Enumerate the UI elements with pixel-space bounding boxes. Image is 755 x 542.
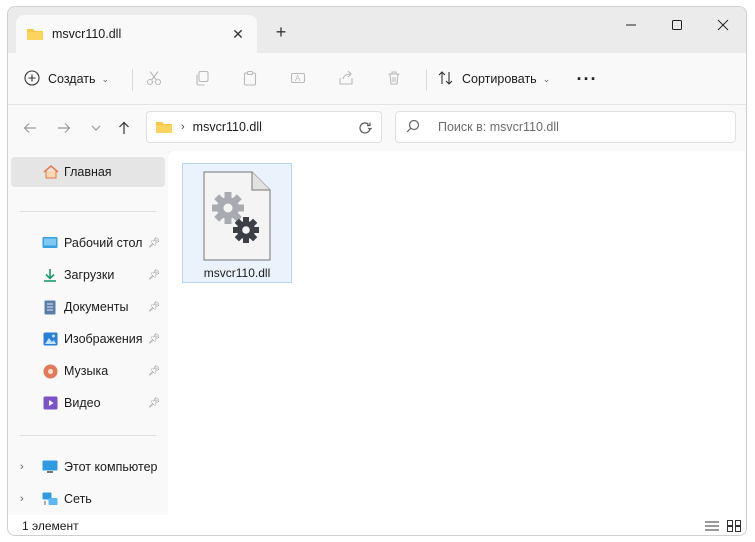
copy-icon	[194, 70, 210, 89]
sidebar-item-videos[interactable]: Видео 📌︎	[8, 389, 168, 417]
explorer-window: msvcr110.dll ✕ + Создать ⌄ A Сортировать…	[7, 6, 747, 536]
forward-button[interactable]	[52, 117, 76, 139]
recent-locations-button[interactable]	[84, 117, 108, 139]
pictures-icon	[42, 331, 58, 347]
maximize-button[interactable]	[654, 9, 700, 41]
title-bar: msvcr110.dll ✕ +	[8, 7, 746, 53]
paste-button[interactable]	[236, 65, 264, 93]
sidebar-item-label: Видео	[64, 396, 101, 410]
documents-icon	[42, 299, 58, 315]
delete-button[interactable]	[380, 65, 408, 93]
file-name: msvcr110.dll	[203, 266, 271, 280]
pin-icon[interactable]: 📌︎	[144, 302, 164, 313]
minimize-button[interactable]	[608, 9, 654, 41]
sidebar-item-downloads[interactable]: Загрузки 📌︎	[8, 261, 168, 289]
folder-icon	[155, 120, 173, 134]
sidebar-item-label: Изображения	[64, 332, 143, 346]
file-item[interactable]: msvcr110.dll	[182, 163, 292, 283]
search-input[interactable]	[436, 119, 720, 135]
download-icon	[42, 267, 58, 283]
folder-icon	[26, 27, 44, 41]
new-tab-button[interactable]: +	[270, 21, 292, 43]
file-list: msvcr110.dll	[168, 151, 746, 515]
rename-icon: A	[290, 70, 306, 89]
chevron-down-icon: ⌄	[542, 73, 551, 84]
sidebar-item-label: Документы	[64, 300, 129, 314]
status-bar: 1 элемент	[8, 515, 746, 535]
chevron-down-icon: ⌄	[101, 73, 110, 84]
paste-icon	[242, 70, 258, 89]
copy-button[interactable]	[188, 65, 216, 93]
divider	[20, 435, 156, 436]
refresh-button[interactable]	[354, 117, 376, 139]
new-label: Создать	[48, 72, 96, 86]
new-button[interactable]: Создать ⌄	[24, 65, 109, 93]
plus-circle-icon	[24, 69, 40, 89]
sidebar-item-network[interactable]: › Сеть	[8, 485, 168, 513]
address-bar[interactable]: › msvcr110.dll ⌄	[146, 111, 382, 143]
dll-file-icon	[203, 171, 271, 261]
sidebar-item-label: Загрузки	[64, 268, 115, 282]
sidebar-item-label: Этот компьютер	[64, 460, 158, 474]
pin-icon[interactable]: 📌︎	[144, 366, 164, 377]
music-icon	[42, 363, 58, 379]
tiles-view-icon[interactable]	[727, 520, 741, 532]
command-bar: Создать ⌄ A Сортировать ⌄ ···	[8, 53, 746, 105]
sort-label: Сортировать	[462, 72, 537, 86]
sort-button[interactable]: Сортировать ⌄	[438, 65, 550, 93]
cut-button[interactable]	[140, 65, 168, 93]
sidebar-item-documents[interactable]: Документы 📌︎	[8, 293, 168, 321]
sidebar-item-this-pc[interactable]: › Этот компьютер	[8, 453, 168, 481]
sort-icon	[438, 70, 454, 89]
details-view-icon[interactable]	[705, 520, 719, 532]
sidebar-item-pictures[interactable]: Изображения 📌︎	[8, 325, 168, 353]
sidebar-item-music[interactable]: Музыка 📌︎	[8, 357, 168, 385]
pin-icon[interactable]: 📌︎	[144, 270, 164, 281]
chevron-right-icon[interactable]: ›	[20, 493, 24, 505]
chevron-right-icon[interactable]: ›	[20, 461, 24, 473]
sidebar-item-label: Главная	[64, 165, 112, 179]
more-options-button[interactable]: ···	[572, 65, 602, 93]
up-button[interactable]	[112, 117, 136, 139]
sidebar-item-home[interactable]: Главная	[11, 157, 165, 187]
navigation-pane: Главная Рабочий стол 📌︎ Загрузки 📌︎ Доку…	[8, 151, 168, 515]
close-window-button[interactable]	[700, 9, 746, 41]
divider	[20, 211, 156, 212]
chevron-right-icon: ›	[181, 121, 185, 133]
search-box[interactable]	[395, 111, 736, 143]
divider	[426, 69, 427, 91]
tab-title: msvcr110.dll	[52, 27, 122, 41]
share-button[interactable]	[332, 65, 360, 93]
video-icon	[42, 395, 58, 411]
home-icon	[42, 164, 60, 180]
pin-icon[interactable]: 📌︎	[144, 334, 164, 345]
close-icon[interactable]: ✕	[225, 21, 251, 47]
sidebar-item-label: Рабочий стол	[64, 236, 143, 250]
scissors-icon	[146, 70, 162, 89]
tab-active[interactable]: msvcr110.dll ✕	[16, 15, 257, 53]
svg-text:A: A	[295, 74, 301, 83]
trash-icon	[386, 70, 402, 89]
pin-icon[interactable]: 📌︎	[144, 398, 164, 409]
network-icon	[42, 491, 58, 507]
back-button[interactable]	[18, 117, 42, 139]
search-icon	[406, 119, 424, 136]
address-row: › msvcr110.dll ⌄	[8, 105, 746, 151]
sidebar-item-label: Сеть	[64, 492, 92, 506]
item-count: 1 элемент	[22, 519, 79, 533]
divider	[132, 69, 133, 91]
breadcrumb[interactable]: msvcr110.dll	[193, 120, 359, 134]
pin-icon[interactable]: 📌︎	[144, 238, 164, 249]
sidebar-item-label: Музыка	[64, 364, 109, 378]
share-icon	[338, 70, 354, 89]
computer-icon	[42, 459, 58, 475]
desktop-icon	[42, 235, 58, 251]
sidebar-item-desktop[interactable]: Рабочий стол 📌︎	[8, 229, 168, 257]
rename-button[interactable]: A	[284, 65, 312, 93]
